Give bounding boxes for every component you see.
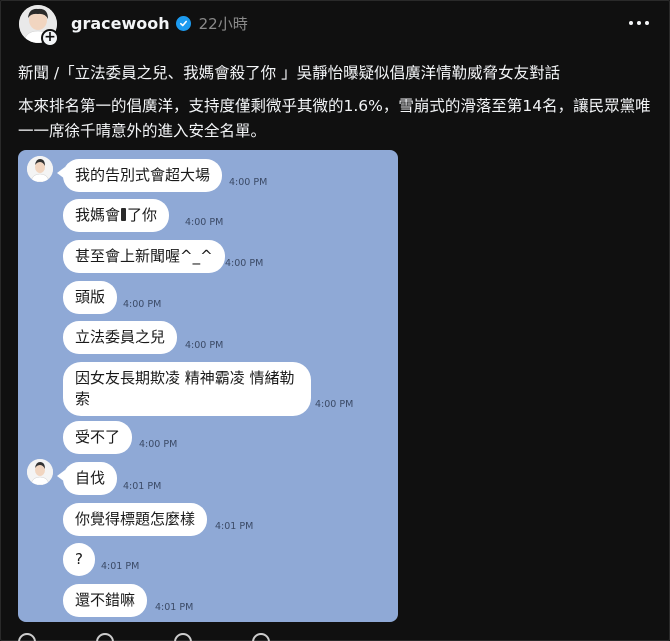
chat-bubble: 我的告別式會超大場 xyxy=(56,159,223,192)
share-icon[interactable] xyxy=(252,633,270,641)
message-time: 4:00 PM xyxy=(185,340,224,351)
repost-icon[interactable] xyxy=(174,633,192,641)
message-time: 4:00 PM xyxy=(225,258,264,269)
post-body: 本來排名第一的倡廣洋，支持度僅剩微乎其微的1.6%，雪崩式的滑落至第14名，讓民… xyxy=(18,97,651,140)
chat-bubble: 受不了 xyxy=(63,421,133,454)
more-options-icon[interactable] xyxy=(629,21,651,27)
message-time: 4:01 PM xyxy=(101,561,140,572)
threads-post: + gracewooh 22小時 新聞 /「立法委員之兒、我媽會殺了你 」吳靜怡… xyxy=(0,0,670,641)
post-header: gracewooh 22小時 xyxy=(71,13,248,34)
message-time: 4:00 PM xyxy=(229,177,268,188)
chat-screenshot-image[interactable]: 我的告別式會超大場 4:00 PM 我媽會 了你 4:00 PM 甚至會上新聞喔^… xyxy=(18,150,398,622)
chat-bubble: 自伐 xyxy=(56,462,118,495)
censor-mark xyxy=(121,208,127,221)
verified-badge-icon xyxy=(175,16,191,31)
message-time: 4:01 PM xyxy=(123,481,162,492)
username[interactable]: gracewooh xyxy=(71,14,170,33)
post-headline: 新聞 /「立法委員之兒、我媽會殺了你 」吳靜怡曝疑似倡廣洋情勒威脅女友對話 xyxy=(18,64,561,82)
message-time: 4:00 PM xyxy=(123,299,162,310)
message-time: 4:01 PM xyxy=(155,602,194,613)
chat-bubble: 你覺得標題怎麼樣 xyxy=(63,503,208,536)
post-actions xyxy=(18,633,270,641)
chat-avatar xyxy=(27,156,53,182)
chat-bubble: 立法委員之兒 xyxy=(63,321,178,354)
chat-bubble: 甚至會上新聞喔^_^ xyxy=(63,240,225,273)
chat-bubble: ? xyxy=(63,543,95,576)
chat-bubble: 頭版 xyxy=(63,281,118,314)
chat-avatar xyxy=(27,459,53,485)
message-time: 4:00 PM xyxy=(139,439,178,450)
message-time: 4:00 PM xyxy=(315,399,354,410)
follow-plus-icon[interactable]: + xyxy=(41,29,59,47)
chat-bubble: 還不錯嘛 xyxy=(63,584,148,617)
chat-bubble: 因女友長期欺凌 精神霸凌 情緒勒 索 xyxy=(63,362,311,416)
chat-bubble: 我媽會 了你 xyxy=(63,199,170,232)
message-time: 4:01 PM xyxy=(215,521,254,532)
like-icon[interactable] xyxy=(18,633,36,641)
comment-icon[interactable] xyxy=(96,633,114,641)
message-time: 4:00 PM xyxy=(185,217,224,228)
post-timestamp: 22小時 xyxy=(198,15,248,33)
